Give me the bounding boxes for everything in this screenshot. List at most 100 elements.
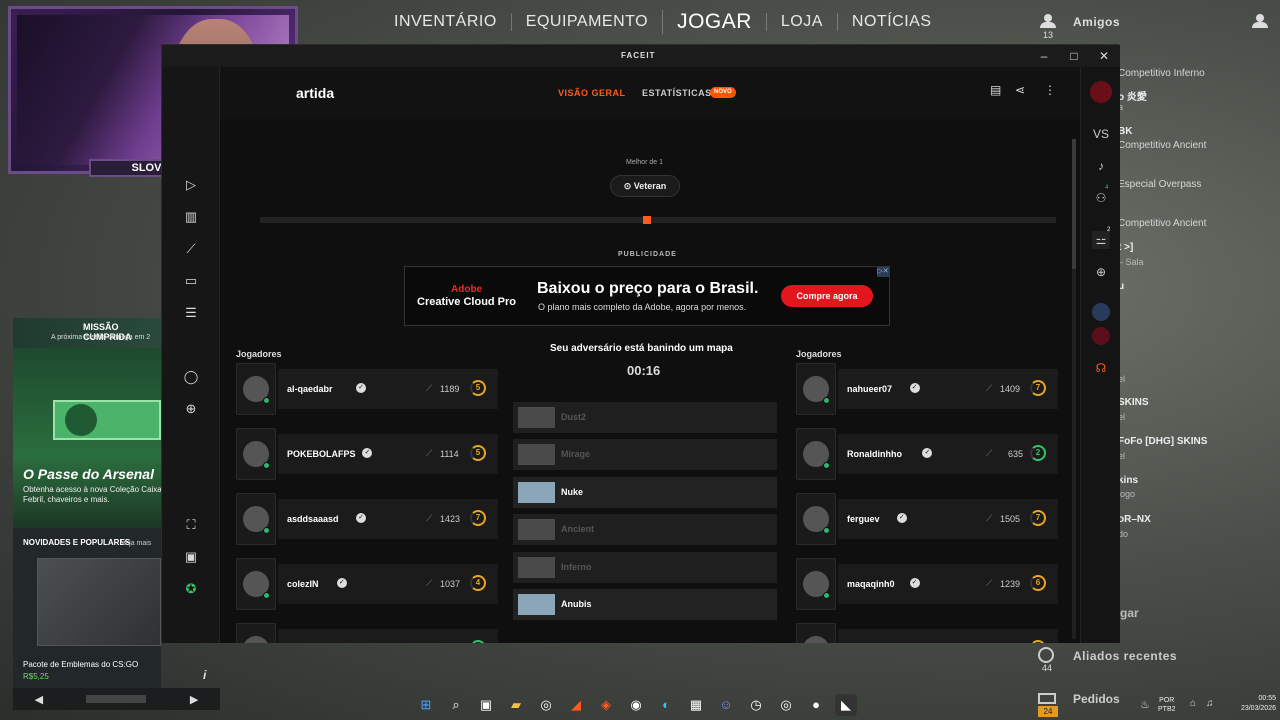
friend-entry[interactable]: oR–NX — [1118, 514, 1151, 525]
friend-entry[interactable]: o 炎愛 — [1118, 88, 1147, 103]
map-option[interactable]: Inferno — [513, 551, 777, 583]
steam-icon[interactable]: ◎ — [535, 694, 557, 716]
next-arrow-icon[interactable]: ▶ — [190, 693, 198, 706]
user-avatar[interactable] — [1090, 81, 1112, 103]
see-more-link[interactable]: Veja mais — [121, 540, 151, 547]
friend-entry[interactable]: SKINS — [1118, 397, 1149, 408]
scrollbar-thumb[interactable] — [1072, 139, 1076, 269]
maximize-button[interactable]: □ — [1064, 48, 1084, 64]
friends-header[interactable]: 13 Amigos — [1030, 8, 1280, 42]
store-icon[interactable]: ▦ — [685, 694, 707, 716]
player-row[interactable]: maqaqinh0 ✓ ⟋ 1239 6 — [796, 558, 1058, 610]
player-row[interactable]: al-qaedabr ✓ ⟋ 1189 5 — [236, 363, 498, 415]
player-avatar[interactable] — [236, 493, 276, 545]
ad-choices-icon[interactable]: ▷✕ — [877, 267, 889, 277]
player-avatar[interactable] — [236, 363, 276, 415]
clock-app-icon[interactable]: ◷ — [745, 694, 767, 716]
carousel-dots[interactable] — [86, 695, 147, 703]
friend-entry[interactable]: FoFo [DHG] SKINS — [1118, 436, 1207, 447]
versus-icon[interactable]: VS — [1092, 125, 1110, 143]
player-row[interactable]: POKEBOLAFPS ✓ ⟋ 1114 5 — [236, 428, 498, 480]
tab-overview[interactable]: VISÃO GERAL — [558, 88, 626, 98]
steam-icon-2[interactable]: ◎ — [775, 694, 797, 716]
clubs-icon[interactable]: ◯ — [183, 369, 199, 385]
add-friend-icon[interactable] — [1252, 14, 1268, 28]
nav-loadout[interactable]: EQUIPAMENTO — [510, 13, 662, 31]
map-option[interactable]: Anubis — [513, 589, 777, 620]
player-avatar[interactable] — [796, 558, 836, 610]
player-row[interactable]: neguebudo✓⟋10374 — [796, 623, 1058, 643]
chat-icon[interactable]: ▤ — [990, 83, 1001, 97]
shield-icon[interactable]: ◈ — [595, 694, 617, 716]
ad-cta-button[interactable]: Compre agora — [781, 285, 873, 307]
friend-entry[interactable]: Competitivo Ancient — [1118, 140, 1206, 151]
player-avatar[interactable] — [236, 623, 276, 643]
friend-entry[interactable]: Competitivo Inferno — [1118, 68, 1205, 79]
prev-arrow-icon[interactable]: ◀ — [35, 693, 43, 706]
player-row[interactable]: slovak00✓⟋6112 — [236, 623, 498, 643]
friend-entry[interactable]: jogo — [1118, 489, 1135, 499]
product-image[interactable] — [37, 558, 161, 646]
nav-news[interactable]: NOTÍCIAS — [836, 13, 946, 31]
player-row[interactable]: colezIN ✓ ⟋ 1037 4 — [236, 558, 498, 610]
mission-banner[interactable]: MISSÃO CUMPRIDA A próxima missão começa … — [13, 318, 161, 348]
friend-entry[interactable]: kins — [1118, 475, 1138, 486]
minimize-button[interactable]: – — [1034, 48, 1054, 64]
friend-avatar[interactable] — [1092, 327, 1110, 345]
nav-store[interactable]: LOJA — [765, 13, 837, 31]
faceit-taskbar-icon[interactable]: ◢ — [565, 694, 587, 716]
windows-start-icon[interactable]: ⊞ — [415, 694, 437, 716]
more-options-icon[interactable]: ⋮ — [1044, 83, 1056, 97]
scrollbar[interactable] — [1072, 139, 1076, 639]
nav-inventory[interactable]: INVENTÁRIO — [380, 13, 511, 31]
map-option[interactable]: Ancient — [513, 514, 777, 546]
arsenal-pass-promo[interactable]: O Passe do Arsenal Obtenha acesso à nova… — [13, 348, 162, 528]
discord-icon[interactable]: ☺ — [715, 694, 737, 716]
volume-icon[interactable]: ♫ — [1206, 698, 1214, 709]
clock[interactable]: 00:55 23/03/2026 — [1230, 694, 1276, 714]
player-avatar[interactable] — [796, 428, 836, 480]
stats-chart-icon[interactable]: ⟋ — [183, 241, 199, 257]
nav-play[interactable]: JOGAR — [662, 10, 766, 34]
player-avatar[interactable] — [796, 623, 836, 643]
headset-icon[interactable]: ☊ — [1092, 359, 1110, 377]
player-row[interactable]: ferguev ✓ ⟋ 1505 7 — [796, 493, 1058, 545]
info-icon[interactable]: i — [203, 668, 206, 682]
tab-statistics[interactable]: ESTATÍSTICAS — [642, 88, 712, 98]
shop-bag-icon[interactable]: ▣ — [183, 549, 199, 565]
friend-entry[interactable]: Competitivo Ancient — [1118, 218, 1206, 229]
friend-entry[interactable]: – Sala — [1118, 257, 1144, 267]
friend-entry[interactable]: BK — [1118, 126, 1132, 137]
edge-icon[interactable]: ◐ — [655, 694, 677, 716]
ranking-icon[interactable]: ▥ — [183, 209, 199, 225]
task-view-icon[interactable]: ▣ — [475, 694, 497, 716]
search-icon[interactable]: ⌕ — [445, 694, 467, 716]
player-row[interactable]: Ronaldinhho ✓ ⟋ 635 2 — [796, 428, 1058, 480]
fullscreen-icon[interactable]: ⛶ — [183, 517, 199, 533]
list-icon[interactable]: ☰ — [183, 305, 199, 321]
play-icon[interactable]: ▷ — [183, 177, 199, 193]
player-row[interactable]: asddsaaasd ✓ ⟋ 1423 7 — [236, 493, 498, 545]
friend-entry[interactable]: Especial Overpass — [1118, 179, 1201, 190]
cs2-icon[interactable]: ◣ — [835, 694, 857, 716]
share-icon[interactable]: ⋖ — [1015, 83, 1025, 97]
notifications-bell-icon[interactable]: ♪ — [1092, 157, 1110, 175]
player-row[interactable]: nahueer07 ✓ ⟋ 1409 7 — [796, 363, 1058, 415]
map-option[interactable]: Mirage — [513, 439, 777, 471]
app-icon[interactable]: ◉ — [625, 694, 647, 716]
player-avatar[interactable] — [236, 428, 276, 480]
party-icon[interactable]: ⚇ — [1092, 189, 1110, 207]
star-badge-icon[interactable]: ✪ — [183, 581, 199, 597]
player-avatar[interactable] — [796, 493, 836, 545]
microphone-icon[interactable]: ♨ — [1140, 698, 1150, 711]
recent-allies[interactable]: 44 Aliados recentes — [1030, 644, 1280, 674]
file-explorer-icon[interactable]: ▰ — [505, 694, 527, 716]
add-icon[interactable]: ⊕ — [183, 401, 199, 417]
friend-entry[interactable]: t >] — [1118, 242, 1133, 253]
map-option[interactable]: Dust2 — [513, 402, 777, 433]
map-option[interactable]: Nuke — [513, 476, 777, 508]
add-circle-icon[interactable]: ⊕ — [1092, 263, 1110, 281]
player-avatar[interactable] — [236, 558, 276, 610]
video-icon[interactable]: ▭ — [183, 273, 199, 289]
obs-icon[interactable]: ● — [805, 694, 827, 716]
